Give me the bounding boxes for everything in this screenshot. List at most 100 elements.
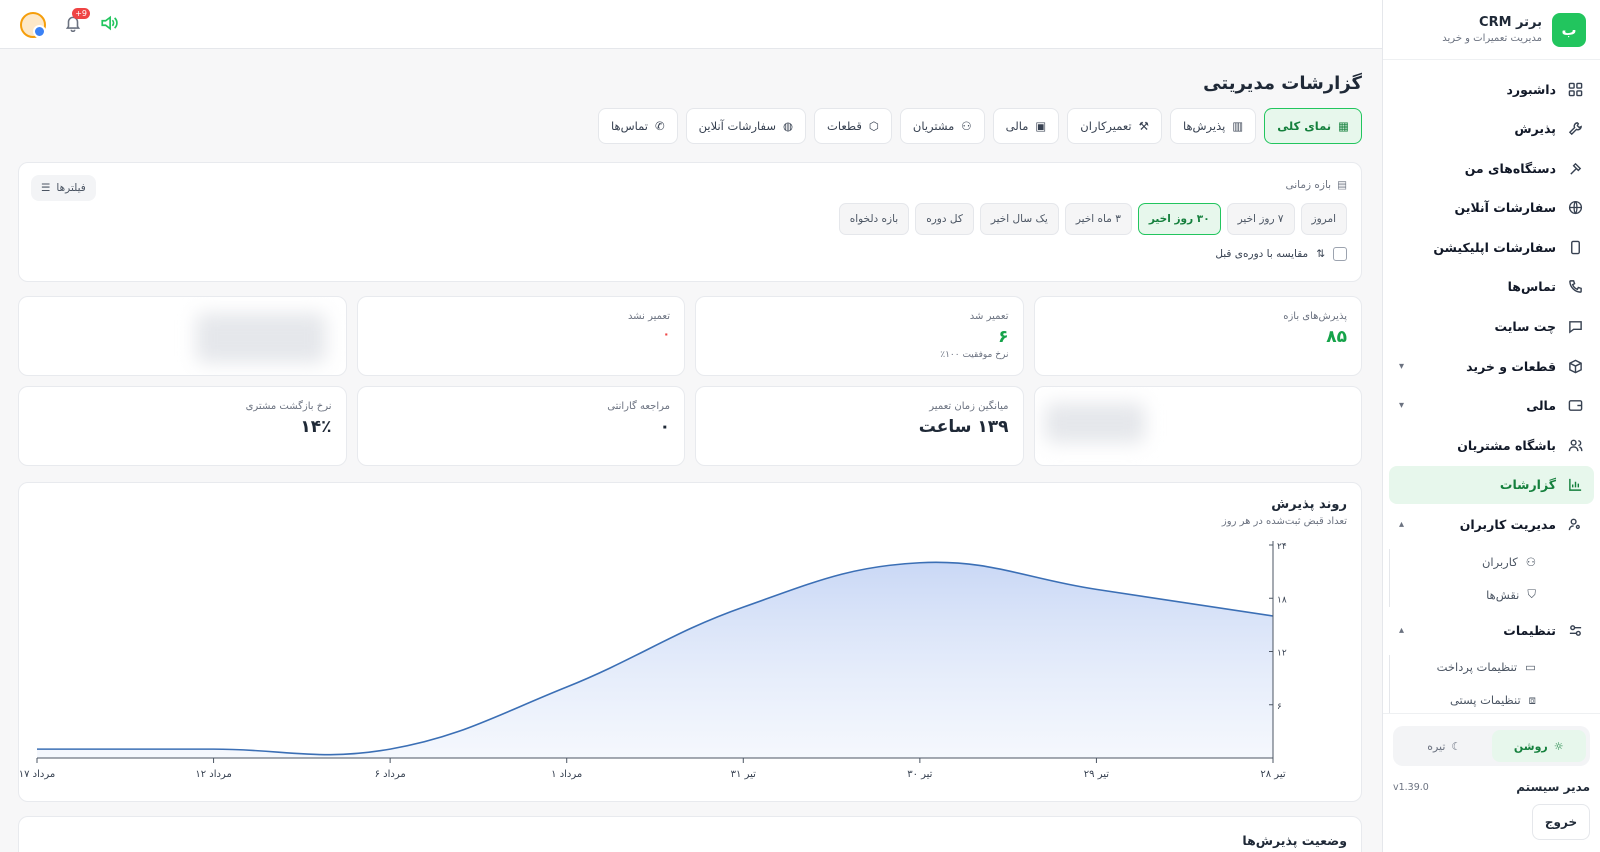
chevron-down-icon[interactable]: ▾	[1399, 361, 1404, 372]
speaker-icon	[100, 15, 118, 36]
stat-card-receptions: پذیرش‌های بازه ۸۵	[1033, 296, 1362, 376]
chart-icon	[1566, 476, 1584, 494]
x-tick-label: ۲۹ تیر	[1084, 769, 1109, 780]
dashboard-icon	[1566, 80, 1584, 98]
sidebar-item-user-management[interactable]: مدیریت کاربران ▴	[1389, 506, 1594, 544]
topbar: +9	[0, 0, 1382, 49]
stats-row-1: پذیرش‌های بازه ۸۵ تعمیر شد ۶ نرخ موفقیت …	[18, 296, 1362, 376]
user-name: مدیر سیستم	[1516, 780, 1590, 794]
theme-light-label: روشن	[1513, 739, 1548, 753]
sidebar-item-customer-club[interactable]: باشگاه مشتریان	[1389, 426, 1594, 464]
tab-receptions[interactable]: ▥ پذیرش‌ها	[1169, 108, 1257, 144]
sidebar-subitem-roles[interactable]: ⛉ نقش‌ها	[1389, 578, 1572, 611]
sidebar-nav: داشبورد پذیرش دستگاه‌های من سفارشات آنلا…	[1383, 60, 1600, 717]
sidebar-item-label: باشگاه مشتریان	[1457, 437, 1556, 453]
range-label: ▤ بازه زمانی	[33, 179, 1347, 191]
sidebar-item-label: داشبورد	[1506, 81, 1556, 97]
chart-subtitle: تعداد قبض ثبت‌شده در هر روز	[1221, 516, 1347, 527]
sidebar-item-dashboard[interactable]: داشبورد	[1389, 70, 1594, 108]
box-icon: ⬡	[868, 119, 879, 133]
card-icon: ▭	[1525, 660, 1536, 675]
phone-device-icon	[1566, 238, 1584, 256]
theme-dark-button[interactable]: ☾ تیره	[1397, 730, 1492, 762]
avatar[interactable]	[20, 12, 46, 38]
stat-sub: نرخ موفقیت ۱۰۰٪	[940, 350, 1009, 360]
range-today-button[interactable]: امروز	[1300, 203, 1347, 235]
stat-label: میانگین زمان تعمیر	[929, 401, 1009, 412]
tab-parts[interactable]: ⬡ قطعات	[814, 108, 892, 144]
sidebar-item-finance[interactable]: مالی ▾	[1389, 387, 1594, 425]
sun-icon: ☼	[1553, 739, 1564, 753]
tab-customers[interactable]: ⚇ مشتریان	[899, 108, 985, 144]
stat-card-blurred	[18, 296, 347, 376]
range-all-button[interactable]: کل دوره	[915, 203, 974, 235]
stat-value: ۱۴٪	[300, 417, 332, 437]
chat-icon	[1566, 318, 1584, 336]
stat-card-avg-repair-time: میانگین زمان تعمیر ۱۳۹ ساعت	[695, 386, 1024, 466]
tab-label: پذیرش‌ها	[1182, 119, 1226, 133]
x-tick-label: ۱۷ مرداد	[19, 769, 55, 780]
page-title: گزارشات مدیریتی	[1203, 73, 1362, 94]
y-tick-label: ۲۴	[1277, 542, 1287, 552]
sidebar-item-label: مالی	[1526, 398, 1556, 414]
stat-label: تعمیر نشد	[627, 311, 670, 322]
sidebar-subitem-payment-settings[interactable]: ▭ تنظیمات پرداخت	[1389, 651, 1572, 684]
chevron-up-icon[interactable]: ▴	[1399, 519, 1404, 530]
x-tick-label: ۱ مرداد	[551, 769, 582, 780]
y-tick-label: ۱۲	[1277, 649, 1287, 659]
tab-overview[interactable]: ▦ نمای کلی	[1264, 108, 1362, 144]
chart-title: روند پذیرش	[1271, 497, 1347, 512]
sidebar-item-calls[interactable]: تماس‌ها	[1389, 268, 1594, 306]
sidebar-item-parts[interactable]: قطعات و خرید ▾	[1389, 347, 1594, 385]
brand-logo: ب	[1552, 12, 1586, 47]
compare-checkbox[interactable]	[1333, 247, 1347, 261]
stat-value: ۱۳۹ ساعت	[918, 417, 1009, 437]
range-3-months-button[interactable]: ۳ ماه اخیر	[1064, 203, 1132, 235]
range-custom-button[interactable]: بازه دلخواه	[838, 203, 910, 235]
tab-label: سفارشات آنلاین	[698, 119, 776, 133]
range-30-days-button[interactable]: ۳۰ روز اخیر	[1137, 203, 1221, 235]
theme-light-button[interactable]: ☼ روشن	[1491, 730, 1586, 762]
status-title: وضعیت پذیرش‌ها	[1242, 833, 1347, 848]
y-tick-label: ۶	[1277, 702, 1282, 712]
notification-button[interactable]: +9	[64, 8, 90, 36]
wallet-icon	[1566, 397, 1584, 415]
range-7-days-button[interactable]: ۷ روز اخیر	[1226, 203, 1295, 235]
stat-value: ۶	[998, 327, 1009, 347]
tab-online-orders[interactable]: ◍ سفارشات آنلاین	[685, 108, 807, 144]
sidebar-item-label: پذیرش	[1514, 121, 1556, 137]
theme-toggle: ☼ روشن ☾ تیره	[1393, 726, 1590, 766]
tab-calls[interactable]: ✆ تماس‌ها	[598, 108, 678, 144]
sidebar-subitem-users[interactable]: ⚇ کاربران	[1389, 545, 1572, 578]
filters-button[interactable]: فیلترها ☰	[31, 175, 96, 201]
sidebar-item-settings[interactable]: تنظیمات ▴	[1389, 611, 1594, 649]
sidebar-item-online-orders[interactable]: سفارشات آنلاین	[1389, 189, 1594, 227]
calendar-icon: ▤	[1337, 179, 1347, 191]
tab-finance[interactable]: ▣ مالی	[992, 108, 1060, 144]
range-1-year-button[interactable]: یک سال اخیر	[979, 203, 1059, 235]
sidebar-item-app-orders[interactable]: سفارشات اپلیکیشن	[1389, 228, 1594, 266]
tab-label: تماس‌ها	[611, 119, 648, 133]
sidebar-item-reception[interactable]: پذیرش	[1389, 110, 1594, 148]
hammer-icon	[1566, 159, 1584, 177]
sidebar-subitem-postal-settings[interactable]: ⧈ تنظیمات پستی	[1389, 684, 1572, 717]
tab-technicians[interactable]: ⚒ تعمیرکاران	[1067, 108, 1162, 144]
chevron-up-icon[interactable]: ▴	[1399, 625, 1404, 636]
stat-value: ۰	[662, 327, 670, 341]
stat-card-blurred-2	[1033, 386, 1362, 466]
reception-status-panel: وضعیت پذیرش‌ها	[18, 816, 1362, 852]
sound-toggle-button[interactable]	[100, 14, 118, 36]
phone-icon: ✆	[655, 119, 665, 133]
chevron-down-icon[interactable]: ▾	[1399, 400, 1404, 411]
sidebar-item-my-devices[interactable]: دستگاه‌های من	[1389, 149, 1594, 187]
stat-value: ۸۵	[1326, 327, 1347, 347]
logout-button[interactable]: خروج	[1532, 804, 1590, 840]
users-icon: ⚇	[961, 119, 972, 133]
app-root: ب برتر CRM مدیریت تعمیرات و خرید داشبورد…	[0, 0, 1600, 852]
sidebar-item-site-chat[interactable]: چت سایت	[1389, 308, 1594, 346]
sidebar-item-label: گزارشات	[1499, 477, 1556, 493]
user-info: مدیر سیستم v1.39.0	[1393, 780, 1590, 794]
stat-card-return-rate: نرخ بازگشت مشتری ۱۴٪	[18, 386, 347, 466]
settings-submenu: ▭ تنظیمات پرداخت ⧈ تنظیمات پستی	[1389, 651, 1572, 717]
sidebar-item-reports[interactable]: گزارشات	[1389, 465, 1594, 504]
